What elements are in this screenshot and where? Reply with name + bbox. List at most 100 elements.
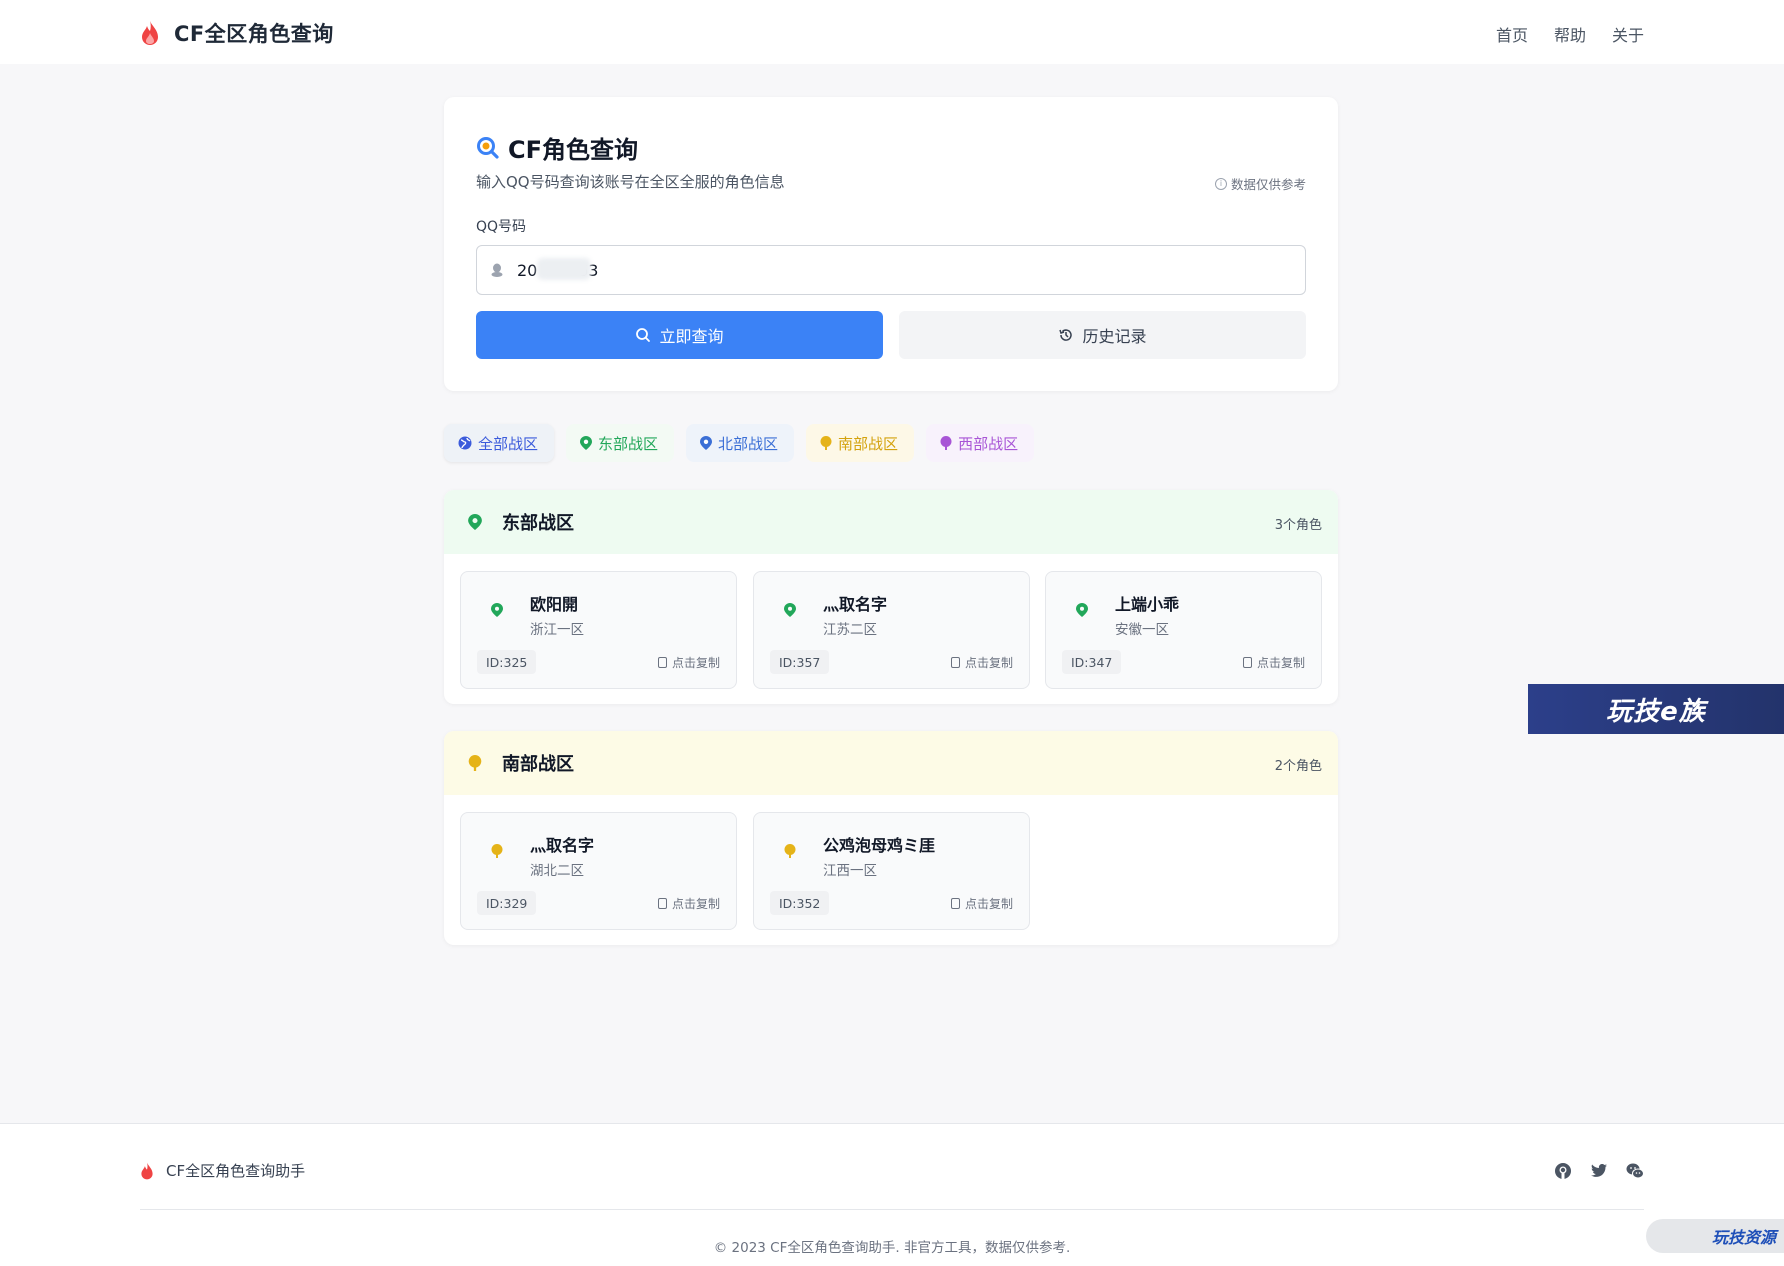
history-icon bbox=[1059, 329, 1073, 341]
map-pin-icon bbox=[468, 755, 482, 771]
search-card: CF角色查询 输入QQ号码查询该账号在全区全服的角色信息 i 数据仅供参考 QQ… bbox=[444, 97, 1338, 391]
map-pin-icon bbox=[468, 514, 482, 530]
map-pin-icon bbox=[491, 844, 503, 858]
east-region-section: 东部战区 3个角色 欧阳開 浙江一区 ID:325 点击复制 灬取名字 江苏二区… bbox=[444, 490, 1338, 704]
query-button[interactable]: 立即查询 bbox=[476, 311, 883, 359]
flame-icon bbox=[141, 1162, 153, 1179]
footer-brand-text: CF全区角色查询助手 bbox=[166, 1162, 306, 1180]
nav-help-link[interactable]: 帮助 bbox=[1554, 22, 1586, 46]
watermark-badge: 玩技资源 bbox=[1646, 1219, 1784, 1253]
role-id-badge: ID:357 bbox=[770, 650, 830, 674]
south-section-title: 南部战区 bbox=[502, 754, 574, 775]
role-name: 灬取名字 bbox=[823, 595, 888, 614]
role-card[interactable]: 公鸡泡母鸡ミ厓 江西一区 ID:352 点击复制 bbox=[753, 812, 1030, 930]
qq-input-wrapper[interactable] bbox=[476, 245, 1306, 295]
tab-west-label: 西部战区 bbox=[958, 434, 1019, 453]
role-card[interactable]: 灬取名字 湖北二区 ID:329 点击复制 bbox=[460, 812, 737, 930]
tab-north-region[interactable]: 北部战区 bbox=[686, 424, 795, 462]
east-section-header: 东部战区 3个角色 bbox=[444, 490, 1338, 554]
top-header: CF全区角色查询 首页 帮助 关于 bbox=[0, 0, 1784, 64]
copy-button[interactable]: 点击复制 bbox=[1242, 654, 1305, 671]
history-button[interactable]: 历史记录 bbox=[899, 311, 1306, 359]
globe-icon bbox=[458, 436, 472, 450]
user-icon bbox=[491, 263, 503, 277]
footer-copyright: © 2023 CF全区角色查询助手. 非官方工具，数据仅供参考. bbox=[713, 1240, 1071, 1256]
nav-about-link[interactable]: 关于 bbox=[1612, 22, 1644, 46]
map-pin-icon bbox=[820, 436, 832, 450]
map-pin-icon bbox=[1076, 603, 1088, 617]
role-id-badge: ID:325 bbox=[477, 650, 537, 674]
tab-south-region[interactable]: 南部战区 bbox=[806, 424, 915, 462]
wechat-icon[interactable] bbox=[1626, 1162, 1644, 1180]
east-section-title: 东部战区 bbox=[502, 513, 574, 534]
twitter-icon[interactable] bbox=[1590, 1162, 1608, 1180]
role-card[interactable]: 欧阳開 浙江一区 ID:325 点击复制 bbox=[460, 571, 737, 689]
github-icon[interactable] bbox=[1554, 1162, 1572, 1180]
data-note: i 数据仅供参考 bbox=[1214, 174, 1306, 193]
ad-banner[interactable]: 玩技e族 bbox=[1528, 684, 1784, 734]
clipboard-icon bbox=[657, 657, 667, 668]
region-tabs: 全部战区 东部战区 北部战区 南部战区 西部战区 bbox=[444, 424, 1035, 462]
role-zone: 安徽一区 bbox=[1115, 622, 1169, 638]
query-button-label: 立即查询 bbox=[659, 329, 724, 346]
ad-banner-text: 玩技e族 bbox=[1606, 696, 1706, 727]
south-role-count: 2个角色 bbox=[1274, 759, 1322, 774]
role-name: 公鸡泡母鸡ミ厓 bbox=[823, 836, 936, 855]
page-footer: CF全区角色查询助手 © 2023 CF全区角色查询助手. 非官方工具，数据仅供… bbox=[0, 1123, 1784, 1266]
role-name: 上端小乖 bbox=[1115, 595, 1180, 614]
search-magnifier-icon bbox=[477, 136, 499, 159]
flame-icon bbox=[142, 21, 158, 45]
map-pin-icon bbox=[784, 844, 796, 858]
copy-button[interactable]: 点击复制 bbox=[657, 895, 720, 912]
copy-button[interactable]: 点击复制 bbox=[657, 654, 720, 671]
role-card[interactable]: 灬取名字 江苏二区 ID:357 点击复制 bbox=[753, 571, 1030, 689]
copy-label: 点击复制 bbox=[964, 897, 1013, 911]
qq-number-input[interactable] bbox=[517, 260, 1217, 280]
copy-label: 点击复制 bbox=[1256, 656, 1305, 670]
brand[interactable]: CF全区角色查询 bbox=[140, 18, 334, 48]
role-zone: 浙江一区 bbox=[530, 622, 584, 638]
south-region-section: 南部战区 2个角色 灬取名字 湖北二区 ID:329 点击复制 公鸡泡母鸡ミ厓 … bbox=[444, 731, 1338, 945]
tab-south-label: 南部战区 bbox=[838, 434, 899, 453]
role-id-badge: ID:347 bbox=[1062, 650, 1122, 674]
top-nav: 首页 帮助 关于 bbox=[1496, 22, 1644, 46]
copy-button[interactable]: 点击复制 bbox=[950, 654, 1013, 671]
search-subtitle: 输入QQ号码查询该账号在全区全服的角色信息 bbox=[476, 173, 785, 191]
redacted-digits bbox=[537, 258, 591, 280]
role-zone: 江苏二区 bbox=[823, 622, 877, 638]
history-button-label: 历史记录 bbox=[1082, 329, 1147, 346]
copy-label: 点击复制 bbox=[964, 656, 1013, 670]
social-links bbox=[1554, 1162, 1644, 1180]
tab-west-region[interactable]: 西部战区 bbox=[926, 424, 1035, 462]
role-name: 灬取名字 bbox=[530, 836, 595, 855]
role-card[interactable]: 上端小乖 安徽一区 ID:347 点击复制 bbox=[1045, 571, 1322, 689]
role-zone: 江西一区 bbox=[823, 863, 877, 879]
tab-all-regions[interactable]: 全部战区 bbox=[444, 424, 555, 462]
east-role-count: 3个角色 bbox=[1274, 518, 1322, 533]
copy-label: 点击复制 bbox=[671, 656, 720, 670]
tab-east-region[interactable]: 东部战区 bbox=[566, 424, 675, 462]
nav-home-link[interactable]: 首页 bbox=[1496, 22, 1528, 46]
tab-north-label: 北部战区 bbox=[718, 434, 779, 453]
app-title: CF全区角色查询 bbox=[174, 22, 334, 46]
data-note-text: 数据仅供参考 bbox=[1230, 177, 1306, 192]
info-icon: i bbox=[1214, 177, 1227, 190]
person-pin-icon bbox=[940, 436, 952, 450]
qq-field-label: QQ号码 bbox=[476, 219, 527, 235]
tab-east-label: 东部战区 bbox=[598, 434, 659, 453]
role-name: 欧阳開 bbox=[530, 595, 579, 614]
search-title: CF角色查询 bbox=[508, 136, 639, 164]
role-id-badge: ID:352 bbox=[770, 891, 830, 915]
role-zone: 湖北二区 bbox=[530, 863, 584, 879]
south-section-header: 南部战区 2个角色 bbox=[444, 731, 1338, 795]
map-pin-icon bbox=[784, 603, 796, 617]
map-pin-icon bbox=[491, 603, 503, 617]
watermark-text: 玩技资源 bbox=[1711, 1228, 1776, 1247]
search-card-title: CF角色查询 bbox=[476, 130, 638, 165]
footer-brand: CF全区角色查询助手 bbox=[140, 1160, 305, 1181]
search-icon bbox=[636, 328, 651, 342]
copy-label: 点击复制 bbox=[671, 897, 720, 911]
clipboard-icon bbox=[657, 898, 667, 909]
clipboard-icon bbox=[950, 657, 960, 668]
copy-button[interactable]: 点击复制 bbox=[950, 895, 1013, 912]
